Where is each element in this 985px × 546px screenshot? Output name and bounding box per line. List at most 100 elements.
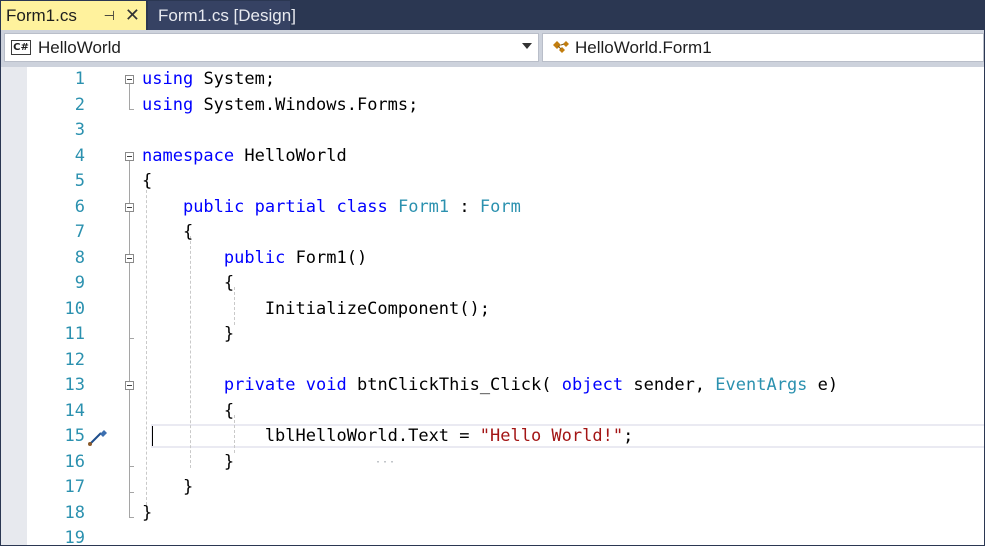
tab-form1-cs[interactable]: Form1.cs ⊣ ✕ (1, 1, 146, 30)
code-line[interactable]: 15 lblHelloWorld.Text = "Hello World!"; (1, 424, 984, 450)
keyword-token: partial (254, 196, 327, 217)
code-token: { (142, 273, 235, 293)
line-number: 19 (64, 528, 85, 546)
line-number: 16 (64, 451, 85, 472)
code-text: } (142, 322, 234, 348)
code-token: } (142, 502, 153, 523)
line-number: 15 (64, 426, 85, 446)
code-area[interactable]: ··· 1 using System; 2 using System.Windows.… (1, 67, 984, 545)
type-token: Form1 (397, 196, 450, 217)
code-text: lblHelloWorld.Text = "Hello World!"; (142, 424, 634, 450)
project-name: HelloWorld (38, 37, 121, 57)
code-line[interactable]: 14 { (1, 399, 984, 425)
tab-form1-design[interactable]: Form1.cs [Design] (148, 1, 296, 30)
code-token: e) (817, 375, 839, 395)
class-icon (553, 40, 569, 53)
code-line[interactable]: 19 (1, 526, 984, 546)
code-line[interactable]: 18} (1, 501, 984, 527)
keyword-token: using (142, 69, 194, 89)
code-line[interactable]: 4 namespace HelloWorld (1, 144, 984, 170)
code-editor-window: Form1.cs ⊣ ✕ Form1.cs [Design] C# HelloW… (0, 0, 985, 546)
code-token: lblHelloWorld.Text = (142, 426, 470, 446)
line-number: 6 (74, 196, 85, 217)
code-line[interactable]: 7 { (1, 220, 984, 246)
tab-label: Form1.cs (6, 5, 77, 25)
code-text: { (142, 271, 234, 297)
code-line[interactable]: 5{ (1, 169, 984, 195)
code-text: using System.Windows.Forms; (142, 93, 418, 119)
line-number: 2 (74, 94, 85, 115)
code-line[interactable]: 17 } (1, 475, 984, 501)
code-line[interactable]: 12 (1, 348, 984, 374)
code-token: ; (623, 426, 634, 446)
code-token: InitializeComponent(); (142, 298, 490, 319)
keyword-token: namespace (142, 145, 235, 166)
type-token: Form (479, 196, 521, 217)
code-text: { (142, 169, 152, 195)
code-line[interactable]: 10 InitializeComponent(); (1, 297, 984, 323)
code-line[interactable]: 2 using System.Windows.Forms; (1, 93, 984, 119)
keyword-token: using (142, 94, 194, 115)
code-text: } (142, 450, 234, 476)
code-token: System.Windows.Forms; (203, 94, 419, 115)
line-number: 13 (64, 375, 85, 395)
code-line[interactable]: 11 } (1, 322, 984, 348)
line-number: 3 (74, 120, 85, 140)
code-line[interactable]: 13 private void btnClickThis_Click( obje… (1, 373, 984, 399)
type-token: EventArgs (715, 375, 808, 395)
close-icon[interactable]: ✕ (125, 5, 140, 26)
code-line[interactable]: 1 using System; (1, 67, 984, 93)
code-line[interactable]: 6 public partial class Form1 : Form (1, 195, 984, 221)
code-token: { (142, 171, 153, 191)
code-line[interactable]: 8 public Form1() (1, 246, 984, 272)
line-number: 9 (74, 273, 85, 293)
csharp-project-icon: C# (11, 40, 31, 55)
code-text: using System; (142, 67, 275, 93)
line-number: 1 (74, 69, 85, 89)
keyword-token: object (561, 375, 624, 395)
keyword-token: class (336, 196, 388, 217)
chevron-down-icon[interactable] (522, 43, 532, 49)
navigation-bar: C# HelloWorld HelloWorld.Form1 (1, 30, 984, 67)
code-text: public Form1() (142, 246, 367, 272)
code-text: { (142, 220, 193, 246)
line-number: 7 (74, 222, 85, 242)
code-token: : (459, 196, 470, 217)
line-number: 10 (64, 298, 85, 319)
code-text: { (142, 399, 234, 425)
type-dropdown[interactable]: HelloWorld.Form1 (542, 33, 984, 62)
code-text: namespace HelloWorld (142, 144, 347, 170)
code-text: InitializeComponent(); (142, 297, 490, 323)
project-dropdown[interactable]: C# HelloWorld (4, 33, 539, 62)
code-line[interactable]: 16 } (1, 450, 984, 476)
line-number: 12 (64, 349, 85, 370)
line-number: 14 (64, 400, 85, 421)
code-line[interactable]: 9 { (1, 271, 984, 297)
string-token: "Hello World!" (479, 426, 624, 446)
keyword-token: public (182, 196, 245, 217)
document-tab-strip: Form1.cs ⊣ ✕ Form1.cs [Design] (1, 1, 984, 30)
keyword-token: public (223, 247, 286, 268)
keyword-token: private (223, 375, 296, 395)
code-text: } (142, 475, 193, 501)
code-line[interactable]: 3 (1, 118, 984, 144)
code-text: private void btnClickThis_Click( object … (142, 373, 838, 399)
pin-icon[interactable]: ⊣ (104, 8, 115, 24)
keyword-token: void (305, 375, 347, 395)
code-token: } (142, 451, 235, 472)
line-number: 5 (74, 171, 85, 191)
type-name: HelloWorld.Form1 (575, 37, 712, 57)
code-token: sender, (633, 375, 706, 395)
code-token: HelloWorld (244, 145, 347, 166)
code-token: } (142, 324, 235, 344)
code-token: System; (203, 69, 276, 89)
line-number: 11 (64, 324, 85, 344)
line-number: 18 (64, 502, 85, 523)
code-token: } (142, 477, 194, 497)
code-token: { (142, 222, 194, 242)
code-token: btnClickThis_Click( (357, 375, 552, 395)
tab-label: Form1.cs [Design] (158, 5, 296, 25)
